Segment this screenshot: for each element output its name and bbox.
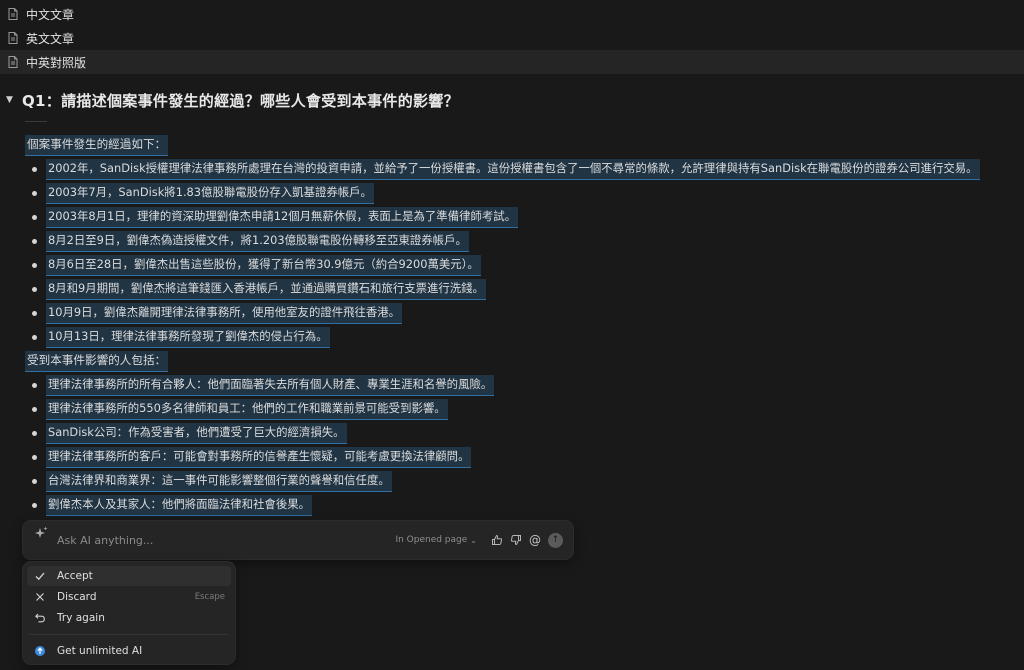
menu-item-label: Accept <box>57 570 93 582</box>
accept-button[interactable]: Accept <box>27 566 231 586</box>
divider <box>25 121 47 122</box>
bullet <box>32 286 37 292</box>
thumbs-up-icon[interactable] <box>490 533 504 547</box>
paragraph-text: 受到本事件影響的人包括： <box>25 350 169 372</box>
ai-prompt-input[interactable] <box>57 533 396 547</box>
document-icon <box>8 56 18 68</box>
list-item: 理律法律事務所的客戶：可能會對事務所的信譽產生懷疑，可能考慮更換法律顧問。 <box>25 445 1015 469</box>
list-item: 劉偉杰本人及其家人：他們將面臨法律和社會後果。 <box>25 493 1015 517</box>
list-item: 8月和9月期間，劉偉杰將這筆錢匯入香港帳戶，並通過購買鑽石和旅行支票進行洗錢。 <box>25 277 1015 301</box>
menu-divider <box>29 634 229 635</box>
list-item: 8月2日至9日，劉偉杰偽造授權文件，將1.203億股聯電股份轉移至亞東證券帳戶。 <box>25 229 1015 253</box>
list-item-text: 8月和9月期間，劉偉杰將這筆錢匯入香港帳戶，並通過購買鑽石和旅行支票進行洗錢。 <box>46 278 486 300</box>
list-item: 理律法律事務所的所有合夥人：他們面臨著失去所有個人財產、專業生涯和名譽的風險。 <box>25 373 1015 397</box>
list-item: SanDisk公司：作為受害者，他們遭受了巨大的經濟損失。 <box>25 421 1015 445</box>
list-item-text: 2003年8月1日，理律的資深助理劉偉杰申請12個月無薪休假，表面上是為了準備律… <box>46 206 519 228</box>
send-icon[interactable]: ↑ <box>548 532 563 548</box>
paragraph: 個案事件發生的經過如下： <box>25 133 1015 157</box>
list-item-text: 8月6日至28日，劉偉杰出售這些股份，獲得了新台幣30.9億元（約合9200萬美… <box>46 254 481 276</box>
list-item-text: 8月2日至9日，劉偉杰偽造授權文件，將1.203億股聯電股份轉移至亞東證券帳戶。 <box>46 230 469 252</box>
list-item-text: 10月13日，理律法律事務所發現了劉偉杰的侵占行為。 <box>46 326 330 348</box>
get-unlimited-ai-button[interactable]: Get unlimited AI <box>27 641 231 661</box>
scope-label: In Opened page <box>395 535 468 545</box>
bullet <box>32 238 37 244</box>
list-item: 台灣法律界和商業界：這一事件可能影響整個行業的聲譽和信任度。 <box>25 469 1015 493</box>
shortcut-hint: Escape <box>194 592 225 602</box>
toggle-arrow-icon[interactable]: ▼ <box>6 95 22 105</box>
discard-button[interactable]: Discard Escape <box>27 587 231 607</box>
close-icon <box>33 591 47 603</box>
ai-response-content: 個案事件發生的經過如下： 2002年，SanDisk授權理律法律事務所處理在台灣… <box>25 133 1015 517</box>
list-item-text: 劉偉杰本人及其家人：他們將面臨法律和社會後果。 <box>46 494 312 516</box>
page-link-bilingual[interactable]: 中英對照版 <box>0 50 1024 74</box>
bullet <box>32 502 37 508</box>
list-item-text: 2003年7月，SanDisk將1.83億股聯電股份存入凱基證券帳戶。 <box>46 182 374 204</box>
list-item: 10月13日，理律法律事務所發現了劉偉杰的侵占行為。 <box>25 325 1015 349</box>
paragraph: 受到本事件影響的人包括： <box>25 349 1015 373</box>
list-item: 2002年，SanDisk授權理律法律事務所處理在台灣的投資申請，並給予了一份授… <box>25 157 1015 181</box>
list-item-text: 2002年，SanDisk授權理律法律事務所處理在台灣的投資申請，並給予了一份授… <box>46 158 980 180</box>
menu-item-label: Discard <box>57 591 97 603</box>
page-label: 中英對照版 <box>26 55 87 70</box>
bullet <box>32 310 37 316</box>
try-again-button[interactable]: Try again <box>27 608 231 628</box>
list-item-text: 理律法律事務所的所有合夥人：他們面臨著失去所有個人財產、專業生涯和名譽的風險。 <box>46 374 495 396</box>
ai-prompt-bar: In Opened page⌄ @ ↑ <box>23 521 573 559</box>
menu-item-label: Get unlimited AI <box>57 645 143 657</box>
bullet <box>32 382 37 388</box>
toggle-block[interactable]: ▼ Q1：請描述個案事件發生的經過？哪些人會受到本事件的影響？ <box>6 90 459 110</box>
list-item: 2003年7月，SanDisk將1.83億股聯電股份存入凱基證券帳戶。 <box>25 181 1015 205</box>
list-item-text: 理律法律事務所的客戶：可能會對事務所的信譽產生懷疑，可能考慮更換法律顧問。 <box>46 446 472 468</box>
toggle-heading: Q1：請描述個案事件發生的經過？哪些人會受到本事件的影響？ <box>22 91 459 110</box>
document-icon <box>8 32 18 44</box>
chevron-down-icon: ⌄ <box>470 535 477 545</box>
list-item-text: 理律法律事務所的550多名律師和員工：他們的工作和職業前景可能受到影響。 <box>46 398 448 420</box>
document-icon <box>8 8 18 20</box>
list-item: 10月9日，劉偉杰離開理律法律事務所，使用他室友的證件飛往香港。 <box>25 301 1015 325</box>
sparkle-icon <box>35 526 48 538</box>
list-item: 2003年8月1日，理律的資深助理劉偉杰申請12個月無薪休假，表面上是為了準備律… <box>25 205 1015 229</box>
bullet <box>32 166 37 172</box>
upgrade-icon <box>33 645 47 657</box>
bullet <box>32 262 37 268</box>
page-link-english[interactable]: 英文文章 <box>0 26 1024 50</box>
page-link-chinese[interactable]: 中文文章 <box>0 2 1024 26</box>
paragraph-text: 個案事件發生的經過如下： <box>25 134 169 156</box>
list-item: 8月6日至28日，劉偉杰出售這些股份，獲得了新台幣30.9億元（約合9200萬美… <box>25 253 1015 277</box>
bullet <box>32 478 37 484</box>
bullet <box>32 214 37 220</box>
list-item-text: 台灣法律界和商業界：這一事件可能影響整個行業的聲譽和信任度。 <box>46 470 392 492</box>
list-item: 理律法律事務所的550多名律師和員工：他們的工作和職業前景可能受到影響。 <box>25 397 1015 421</box>
bullet <box>32 406 37 412</box>
thumbs-down-icon[interactable] <box>509 533 523 547</box>
list-item-text: 10月9日，劉偉杰離開理律法律事務所，使用他室友的證件飛往香港。 <box>46 302 403 324</box>
check-icon <box>33 570 47 582</box>
page-label: 中文文章 <box>26 7 75 22</box>
bullet <box>32 334 37 340</box>
bullet <box>32 430 37 436</box>
list-item-text: SanDisk公司：作為受害者，他們遭受了巨大的經濟損失。 <box>46 422 347 444</box>
bullet <box>32 454 37 460</box>
page-label: 英文文章 <box>26 31 75 46</box>
bullet <box>32 190 37 196</box>
menu-item-label: Try again <box>57 612 105 624</box>
undo-icon <box>33 612 47 624</box>
mention-icon[interactable]: @ <box>528 533 542 547</box>
scope-selector[interactable]: In Opened page ⌄ <box>395 535 477 545</box>
ai-action-menu: Accept Discard Escape Try again Get unli… <box>23 562 235 664</box>
